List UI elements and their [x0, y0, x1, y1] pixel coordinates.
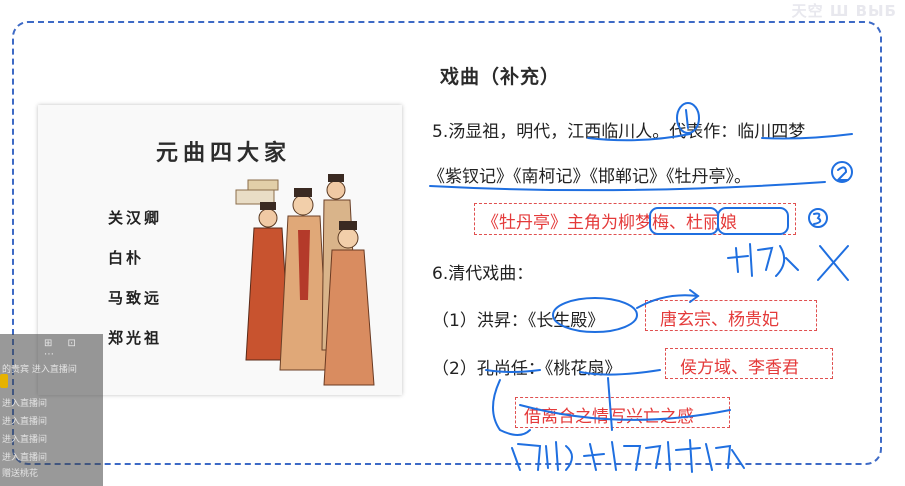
chat-message: 进入直播间 [2, 435, 48, 445]
chat-message: 的贵宾 进入直播间 [2, 365, 77, 375]
chat-message: 进入直播间 [2, 453, 48, 463]
live-chat-overlay[interactable]: ⊞ ⊡ ⋯ 的贵宾 进入直播间 进入直播间 进入直播间 进入直播间 进入直播间 … [0, 334, 103, 486]
chat-toolbar-icons[interactable]: ⊞ ⊡ ⋯ [44, 338, 103, 360]
chat-message: 赠送桃花 [2, 469, 39, 479]
chat-message: 进入直播间 [2, 417, 48, 427]
handwritten-annotations [429, 102, 853, 473]
chat-message: 进入直播间 [2, 399, 48, 409]
gift-badge-icon [0, 374, 8, 388]
